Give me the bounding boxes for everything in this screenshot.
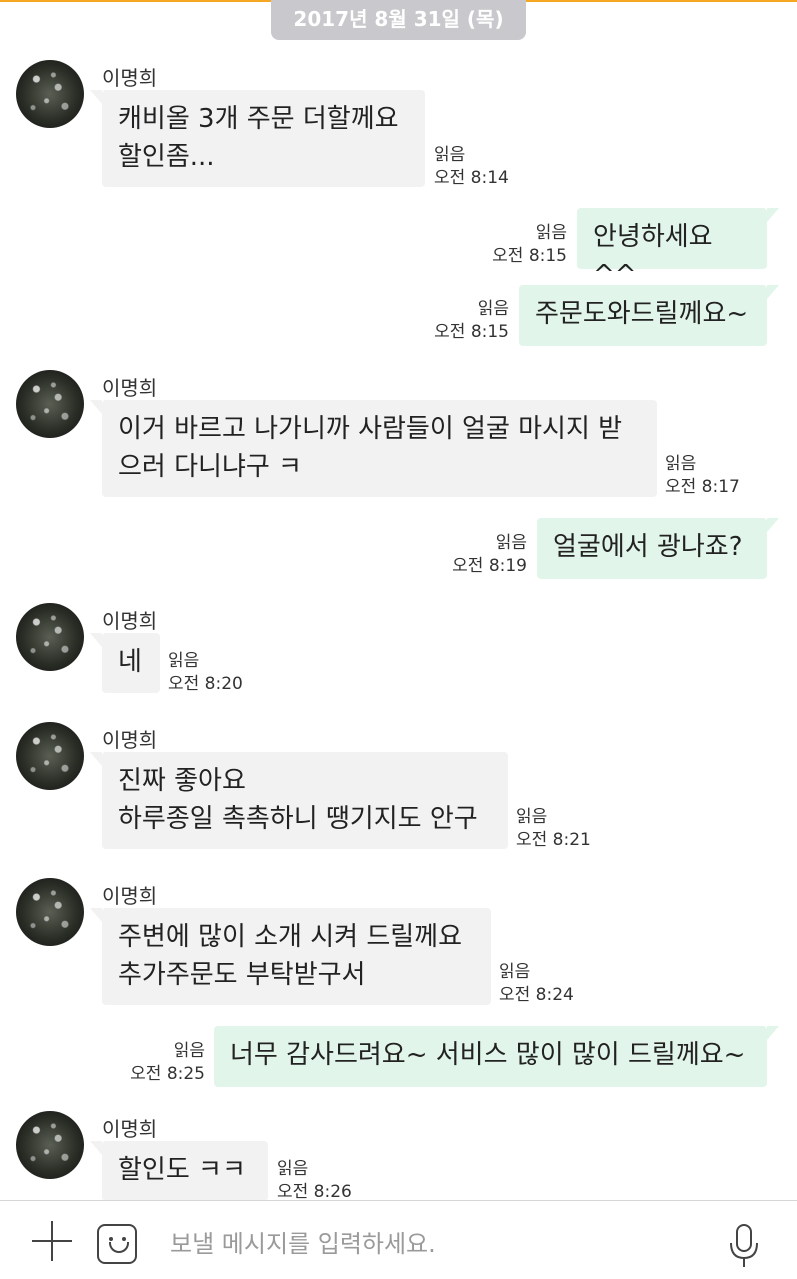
plus-icon[interactable] [32,1221,72,1261]
message-bubble-outgoing[interactable]: 너무 감사드려요~ 서비스 많이 많이 드릴께요~ [214,1026,779,1087]
message-bubble-incoming[interactable]: 네 [90,633,160,693]
avatar[interactable] [16,722,84,790]
read-status: 읽음 [434,145,466,165]
emoticon-mouth [109,1242,129,1253]
avatar[interactable] [16,60,84,128]
avatar[interactable] [16,603,84,671]
message-bubble-incoming[interactable]: 진짜 좋아요 하루종일 촉촉하니 땡기지도 안구 [90,752,508,849]
message-bubble-outgoing[interactable]: 얼굴에서 광나죠? [537,518,779,579]
sender-name: 이명희 [102,66,158,90]
read-status: 읽음 [516,807,548,827]
message-time: 오전 8:25 [130,1064,205,1084]
sender-name: 이명희 [102,884,158,908]
read-status: 읽음 [495,533,527,553]
read-status: 읽음 [173,1041,205,1061]
message-time: 오전 8:15 [492,246,567,266]
read-status: 읽음 [499,962,531,982]
message-meta: 읽음 오전 8:25 [130,1040,205,1086]
avatar[interactable] [16,878,84,946]
avatar[interactable] [16,1111,84,1179]
message-meta: 읽음 오전 8:17 [665,453,740,499]
message-bubble-incoming[interactable]: 캐비올 3개 주문 더할께요 할인좀... [90,90,425,187]
message-bubble-incoming[interactable]: 주변에 많이 소개 시켜 드릴께요 추가주문도 부탁받구서 [90,908,491,1005]
sender-name: 이명희 [102,728,158,752]
sender-name: 이명희 [102,609,158,633]
microphone-icon[interactable] [727,1223,761,1269]
message-input-bar [0,1200,797,1279]
message-time: 오전 8:15 [434,322,509,342]
message-bubble-incoming[interactable]: 할인도 ㅋㅋ [90,1141,268,1201]
message-meta: 읽음 오전 8:14 [434,144,509,190]
message-meta: 읽음 오전 8:15 [492,222,567,268]
emoticon-icon[interactable] [97,1224,137,1264]
sender-name: 이명희 [102,376,158,400]
sender-name: 이명희 [102,1117,158,1141]
avatar[interactable] [16,370,84,438]
read-status: 읽음 [477,299,509,319]
message-time: 오전 8:14 [434,168,509,188]
message-meta: 읽음 오전 8:26 [277,1158,352,1204]
emoticon-eye [109,1237,113,1241]
message-time: 오전 8:21 [516,830,591,850]
emoticon-eye [122,1237,126,1241]
date-divider: 2017년 8월 31일 (목) [271,0,526,40]
read-status: 읽음 [665,454,697,474]
message-time: 오전 8:20 [168,674,243,694]
message-bubble-incoming[interactable]: 이거 바르고 나가니까 사람들이 얼굴 마시지 받 으러 다니냐구 ㅋ [90,400,657,497]
message-meta: 읽음 오전 8:20 [168,650,243,696]
message-meta: 읽음 오전 8:24 [499,961,574,1007]
message-time: 오전 8:24 [499,985,574,1005]
message-meta: 읽음 오전 8:15 [434,298,509,344]
read-status: 읽음 [277,1159,309,1179]
chat-area[interactable]: 이명희 캐비올 3개 주문 더할께요 할인좀... 읽음 오전 8:14 읽음 … [0,0,797,1202]
read-status: 읽음 [535,223,567,243]
message-meta: 읽음 오전 8:21 [516,806,591,852]
read-status: 읽음 [168,651,200,671]
message-time: 오전 8:17 [665,477,740,497]
message-time: 오전 8:19 [452,556,527,576]
message-bubble-outgoing[interactable]: 주문도와드릴께요~ [519,285,779,346]
message-input[interactable] [168,1223,692,1265]
message-bubble-outgoing[interactable]: 안녕하세요 ^^ [577,208,779,290]
message-meta: 읽음 오전 8:19 [452,532,527,578]
